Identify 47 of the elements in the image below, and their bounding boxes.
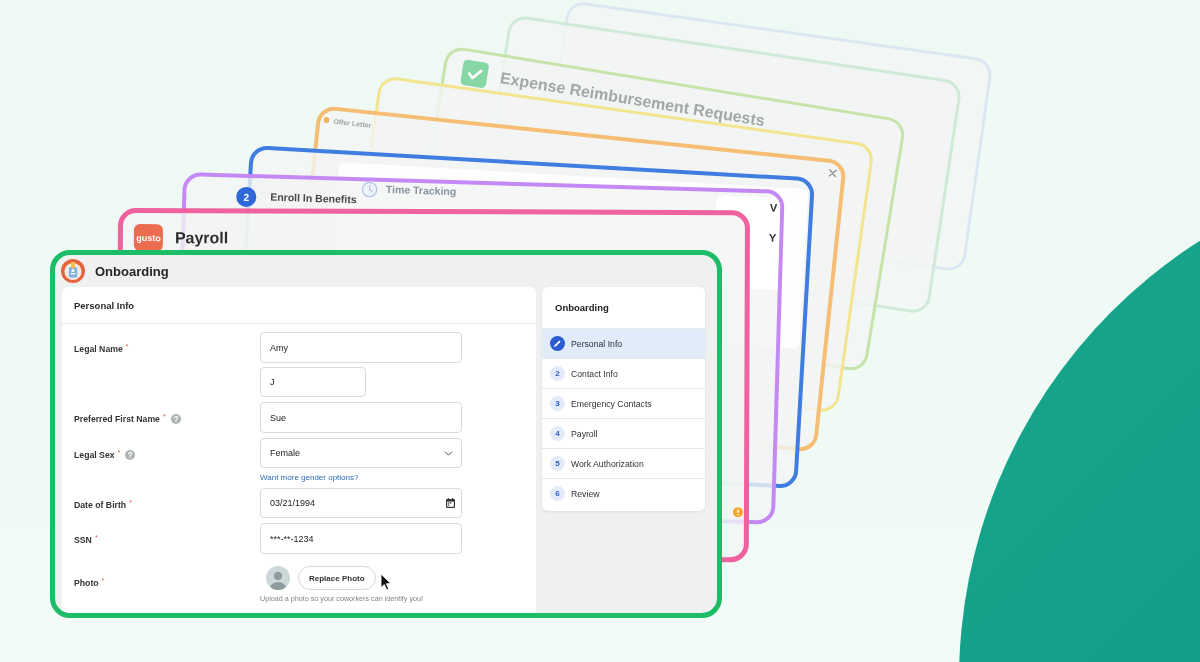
field-label: Date of Birth (74, 500, 127, 510)
step-number: 4 (550, 426, 565, 441)
dot-icon (323, 116, 330, 124)
alert-icon (732, 507, 743, 518)
app-logo: gusto (133, 224, 163, 252)
step-number: 5 (550, 456, 565, 471)
step-number: 3 (550, 396, 565, 411)
gender-options-link[interactable]: Want more gender options? (260, 472, 359, 483)
text-input[interactable]: Sue (260, 402, 462, 433)
clock-icon (361, 181, 379, 198)
check-icon (459, 58, 490, 89)
window-title: Payroll (174, 228, 229, 247)
cropped-text: Y (768, 230, 777, 245)
cropped-text: V (769, 200, 778, 215)
step-number: 6 (550, 486, 565, 501)
task-title: Enroll In Benefits (270, 190, 357, 206)
date-field[interactable]: 03/21/1994 (260, 488, 462, 518)
section-heading: Personal Info (62, 287, 536, 324)
panel-title: Onboarding (554, 301, 610, 315)
pencil-icon (550, 336, 565, 351)
step-item[interactable]: 5 Work Authorization (542, 448, 705, 478)
step-number: 2 (550, 366, 565, 381)
text-input[interactable]: ***-**-1234 (260, 523, 462, 554)
text-input[interactable]: Amy (260, 332, 462, 363)
cursor-icon (380, 573, 392, 591)
id-badge-icon (61, 259, 85, 283)
step-item[interactable]: 6 Review (542, 478, 705, 508)
field-label: Legal Name (74, 344, 123, 354)
close-icon[interactable] (828, 168, 838, 178)
replace-photo-button[interactable]: Replace Photo (298, 566, 376, 590)
text-input[interactable]: J (260, 367, 366, 397)
step-item[interactable]: 3 Emergency Contacts (542, 388, 705, 418)
help-icon[interactable] (125, 450, 136, 460)
window-title: Onboarding (95, 263, 169, 279)
step-item[interactable]: 4 Payroll (542, 418, 705, 448)
step-number: 2 (236, 186, 257, 208)
calendar-icon[interactable] (446, 498, 455, 508)
field-label: Legal Sex (74, 450, 115, 460)
step-item[interactable]: 2 Contact Info (542, 358, 705, 388)
step-item[interactable]: Personal Info (542, 328, 705, 358)
field-label: Photo (74, 578, 99, 588)
field-label: SSN (74, 535, 92, 545)
select-field[interactable]: Female (260, 438, 462, 468)
task-title: Time Tracking (385, 183, 457, 198)
field-label: Preferred First Name (74, 414, 160, 424)
help-icon[interactable] (170, 414, 181, 424)
avatar-placeholder (266, 566, 290, 590)
